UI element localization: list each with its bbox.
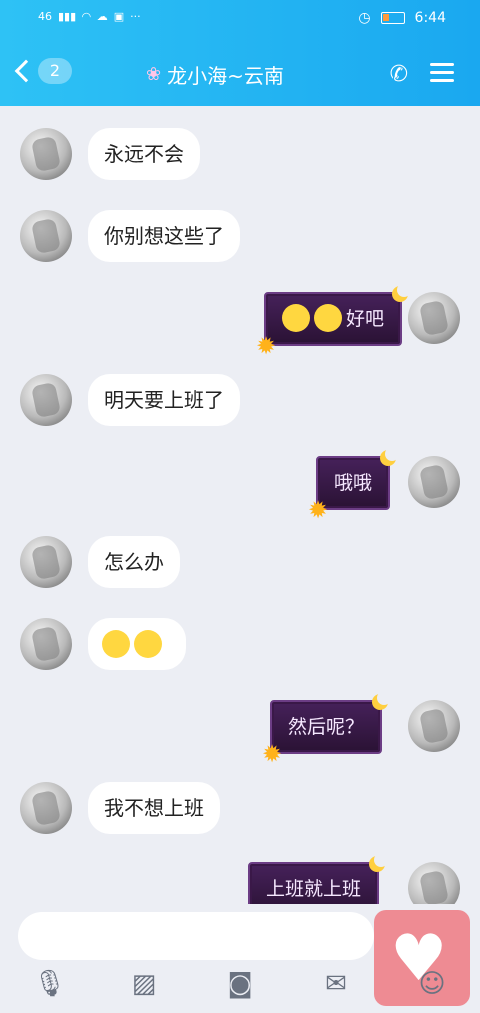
sun-icon: ✹ xyxy=(262,740,283,768)
status-icons-right: ◷ 6:44 xyxy=(358,10,446,26)
message-text: 哦哦 xyxy=(334,472,373,494)
sun-icon: ✹ xyxy=(256,332,277,360)
status-bar: 46 ▮▮▮ ◜◝ ☁ ▣ ··· ◷ 6:44 xyxy=(0,0,480,40)
lotus-icon: ❀ xyxy=(146,64,162,85)
phone-icon[interactable]: ✆ xyxy=(390,62,408,87)
message-bubble[interactable]: 怎么办 xyxy=(88,536,180,588)
signal-text: 46 xyxy=(38,10,52,23)
message-bubble[interactable]: 你别想这些了 xyxy=(88,210,240,262)
status-icons-left: 46 ▮▮▮ ◜◝ ☁ ▣ ··· xyxy=(38,10,141,23)
message-list[interactable]: 永远不会 你别想这些了 好吧 ✹ 明天要上班了 哦哦 ✹ 怎么办 然后呢？ ✹ … xyxy=(0,106,480,904)
message-bubble[interactable]: 永远不会 xyxy=(88,128,200,180)
moon-icon xyxy=(380,447,400,466)
laugh-emoji-icon xyxy=(282,304,310,332)
battery-icon xyxy=(380,12,405,24)
avatar[interactable] xyxy=(408,700,460,752)
emoji-icon[interactable]: ☺ xyxy=(417,969,447,999)
avatar[interactable] xyxy=(20,374,72,426)
signal-icon: ▮▮▮ xyxy=(58,10,77,23)
avatar[interactable] xyxy=(408,456,460,508)
avatar[interactable] xyxy=(20,618,72,670)
moon-icon xyxy=(369,853,389,872)
mic-icon[interactable]: 🎙 xyxy=(33,969,66,999)
camera-icon[interactable]: ◙ xyxy=(225,969,255,999)
message-bubble[interactable]: 明天要上班了 xyxy=(88,374,240,426)
app-icon: ▣ xyxy=(113,10,125,23)
laugh-emoji-icon xyxy=(314,304,342,332)
nav-bar: 2 ❀ 龙小海~云南 ✆ xyxy=(0,46,480,102)
message-bubble[interactable]: 我不想上班 xyxy=(88,782,220,834)
message-text: 好吧 xyxy=(346,308,385,330)
message-bubble-themed[interactable]: 好吧 ✹ xyxy=(256,283,412,358)
back-chevron-icon xyxy=(14,59,38,83)
smirk-emoji-icon xyxy=(134,629,162,658)
composer-toolbar: 🎙 ▨ ◙ ✉ ☺ xyxy=(0,964,480,1004)
avatar[interactable] xyxy=(20,210,72,262)
wifi-icon: ◜◝ xyxy=(82,10,91,23)
clock-time: 6:44 xyxy=(414,10,446,26)
avatar[interactable] xyxy=(408,862,460,904)
chat-title: ❀ 龙小海~云南 xyxy=(146,60,284,89)
contact-name: 龙小海~云南 xyxy=(167,64,284,88)
message-bubble-themed[interactable]: 哦哦 ✹ xyxy=(308,447,400,522)
message-bubble[interactable] xyxy=(88,618,186,670)
message-bubble-themed[interactable]: 然后呢？ ✹ xyxy=(262,691,392,766)
back-button[interactable]: 2 xyxy=(14,58,72,84)
moon-icon xyxy=(392,283,412,302)
red-packet-icon[interactable]: ✉ xyxy=(321,969,351,999)
message-text: 上班就上班 xyxy=(266,878,362,900)
avatar[interactable] xyxy=(20,782,72,834)
menu-icon[interactable] xyxy=(430,63,454,83)
sun-icon: ✹ xyxy=(308,496,329,524)
unread-badge: 2 xyxy=(38,58,72,84)
avatar[interactable] xyxy=(408,292,460,344)
cloud-icon: ☁ xyxy=(96,10,108,23)
smirk-emoji-icon xyxy=(102,629,130,658)
alarm-icon: ◷ xyxy=(358,10,371,26)
image-icon[interactable]: ▨ xyxy=(129,969,159,999)
message-text: 然后呢？ xyxy=(288,716,365,738)
avatar[interactable] xyxy=(20,128,72,180)
message-bubble-themed[interactable]: 上班就上班 xyxy=(248,853,389,904)
moon-icon xyxy=(372,691,392,710)
message-input[interactable] xyxy=(18,912,374,960)
more-icon: ··· xyxy=(130,10,141,23)
composer: 🎙 ▨ ◙ ✉ ☺ xyxy=(0,904,480,1013)
avatar[interactable] xyxy=(20,536,72,588)
